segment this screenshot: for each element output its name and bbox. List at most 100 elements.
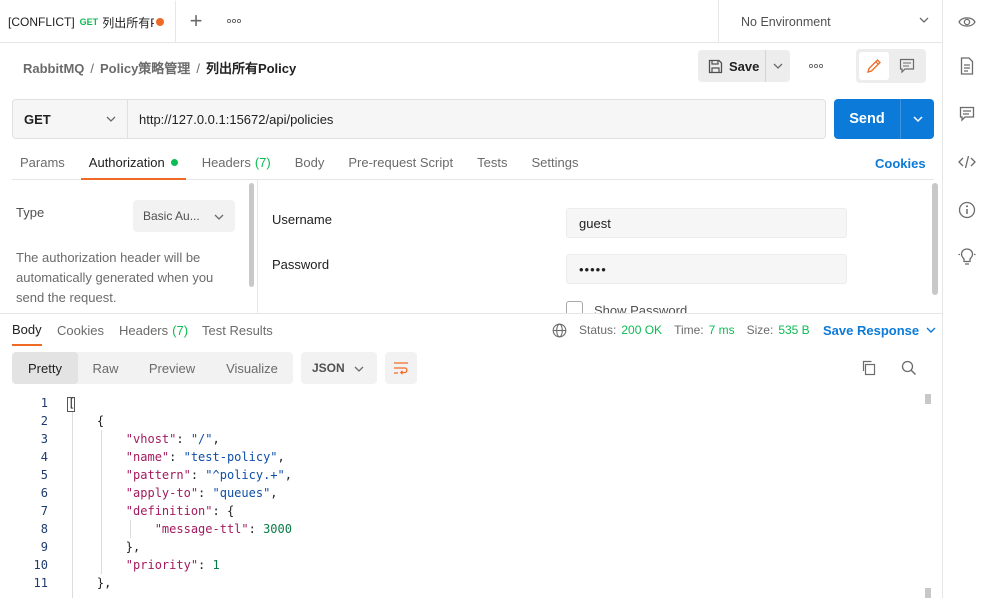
view-pretty-button[interactable]: Pretty	[12, 352, 78, 384]
code-line: 3 "vhost": "/",	[0, 430, 930, 448]
comments-icon[interactable]	[957, 104, 977, 124]
tab-title: 列出所有Policy	[102, 15, 155, 30]
auth-left-scrollbar[interactable]	[249, 183, 254, 287]
more-actions-button[interactable]	[800, 50, 832, 82]
code-line: 2 {	[0, 412, 930, 430]
json-value: "test-policy"	[183, 450, 278, 464]
code-line: 9 },	[0, 538, 930, 556]
line-number: 1	[40, 396, 48, 410]
request-bar: GET http://127.0.0.1:15672/api/policies	[12, 99, 826, 139]
tab-headers-label: Headers	[201, 154, 251, 170]
status-value[interactable]: 200 OK	[621, 323, 662, 337]
edit-mode-button[interactable]	[859, 52, 889, 80]
copy-icon[interactable]	[861, 360, 877, 376]
breadcrumb-current[interactable]: 列出所有Policy	[206, 61, 296, 76]
line-number: 11	[33, 576, 48, 590]
save-response-button[interactable]: Save Response	[823, 314, 937, 346]
lightbulb-icon[interactable]	[957, 247, 977, 267]
cookies-link[interactable]: Cookies	[875, 156, 926, 171]
auth-type-label: Type	[16, 205, 45, 220]
breadcrumb-collection[interactable]: RabbitMQ	[23, 61, 84, 76]
username-input[interactable]: guest	[566, 208, 847, 238]
response-tab-body[interactable]: Body	[12, 314, 42, 346]
view-raw-button[interactable]: Raw	[78, 352, 133, 384]
auth-type-select[interactable]: Basic Au...	[133, 200, 235, 232]
documentation-icon[interactable]	[957, 56, 977, 76]
method-select[interactable]: GET	[13, 100, 128, 138]
info-icon[interactable]	[957, 200, 977, 220]
send-dropdown-button[interactable]	[901, 99, 934, 139]
code-icon[interactable]	[957, 152, 977, 172]
time-label: Time:	[674, 323, 704, 337]
auth-right-scrollbar[interactable]	[932, 183, 938, 295]
save-dropdown-button[interactable]	[766, 50, 790, 82]
json-value: {	[226, 504, 235, 518]
active-dot-icon	[170, 158, 178, 166]
breadcrumb-separator: /	[196, 61, 200, 76]
tab-prerequest-script[interactable]: Pre-request Script	[340, 146, 461, 180]
username-label: Username	[272, 212, 332, 227]
tab-headers[interactable]: Headers (7)	[194, 146, 279, 180]
code-text: {	[68, 414, 105, 428]
code-text: "apply-to": "queues",	[68, 486, 278, 500]
code-line: 8 "message-ttl": 3000	[0, 520, 930, 538]
tab-settings-label: Settings	[531, 154, 579, 170]
search-icon[interactable]	[901, 360, 917, 376]
code-text: "pattern": "^policy.+",	[68, 468, 292, 482]
code-line: 1[	[0, 394, 930, 412]
format-select[interactable]: JSON	[301, 352, 377, 384]
globe-icon[interactable]	[552, 323, 567, 338]
code-text: "vhost": "/",	[68, 432, 220, 446]
method-label: GET	[24, 111, 51, 127]
json-key: "priority"	[68, 558, 199, 572]
unsaved-dot-icon	[156, 18, 165, 26]
view-visualize-button[interactable]: Visualize	[211, 352, 293, 384]
response-view-group: Pretty Raw Preview Visualize	[12, 352, 293, 384]
save-button[interactable]: Save	[698, 50, 766, 82]
url-input[interactable]: http://127.0.0.1:15672/api/policies	[128, 100, 825, 138]
tab-more-button[interactable]	[216, 0, 252, 43]
comment-mode-button[interactable]	[892, 52, 922, 80]
tab-authorization[interactable]: Authorization	[80, 146, 186, 180]
eye-icon[interactable]	[957, 12, 977, 32]
json-value: 3000	[263, 522, 292, 536]
breadcrumb-folder[interactable]: Policy策略管理	[100, 61, 190, 76]
view-preview-button[interactable]: Preview	[133, 352, 211, 384]
request-tab[interactable]: [CONFLICT] GET 列出所有Policy	[0, 0, 176, 43]
environment-select[interactable]: No Environment	[718, 0, 942, 43]
response-tab-test-results[interactable]: Test Results	[202, 314, 273, 346]
save-icon	[708, 59, 723, 73]
chevron-down-icon	[106, 116, 116, 122]
auth-type-value: Basic Au...	[143, 209, 200, 223]
json-key: "apply-to"	[68, 486, 199, 500]
code-line: 10 "priority": 1	[0, 556, 930, 574]
auth-description: The authorization header will be automat…	[16, 250, 214, 305]
tab-body[interactable]: Body	[287, 146, 333, 180]
response-tab-headers[interactable]: Headers (7)	[119, 314, 188, 346]
wrap-lines-button[interactable]	[385, 352, 417, 384]
tab-body-label: Body	[294, 154, 325, 170]
tab-params[interactable]: Params	[12, 146, 73, 180]
json-key: "vhost"	[68, 432, 177, 446]
response-tab-cookies[interactable]: Cookies	[57, 314, 104, 346]
mode-toggle	[856, 49, 926, 83]
new-tab-button[interactable]: +	[176, 0, 216, 43]
chevron-down-icon	[926, 327, 936, 333]
response-body-code[interactable]: 1[2 {3 "vhost": "/", 4 "name": "test-poli…	[0, 394, 930, 598]
tab-method-label: GET	[79, 17, 99, 27]
chevron-down-icon	[912, 116, 923, 123]
size-value[interactable]: 535 B	[778, 323, 809, 337]
time-value[interactable]: 7 ms	[709, 323, 735, 337]
tab-settings[interactable]: Settings	[523, 146, 586, 180]
show-password-label: Show Password	[594, 303, 688, 313]
send-button[interactable]: Send	[834, 99, 901, 139]
code-scrollbar-bottom[interactable]	[925, 588, 931, 598]
response-headers-count: (7)	[172, 322, 189, 338]
tab-tests[interactable]: Tests	[469, 146, 515, 180]
code-line: 5 "pattern": "^policy.+",	[0, 466, 930, 484]
code-scrollbar-top[interactable]	[925, 394, 931, 404]
code-text: "definition": {	[68, 504, 235, 518]
code-text: "message-ttl": 3000	[68, 522, 292, 536]
password-input[interactable]: •••••	[566, 254, 847, 284]
comment-icon	[899, 58, 915, 74]
